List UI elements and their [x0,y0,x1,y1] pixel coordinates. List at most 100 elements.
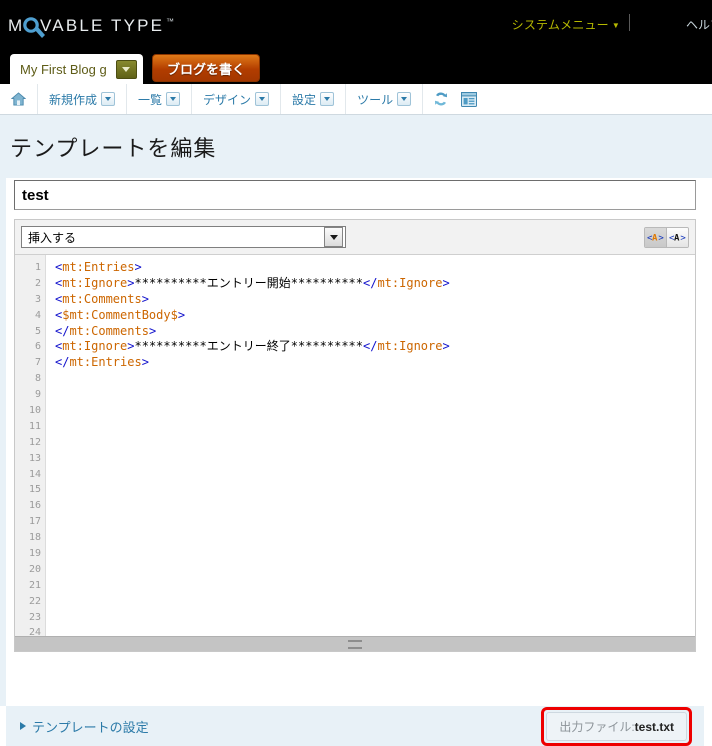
code-line: <mt:Ignore>**********エントリー終了**********</… [47,339,695,355]
chevron-down-icon[interactable] [397,92,412,106]
system-menu-label: システムメニュー [511,18,609,32]
nav-item-settings[interactable]: 設定 [281,84,347,114]
line-number: 20 [28,563,41,575]
code-token: mt:Ignore [377,339,443,354]
template-settings-bar: テンプレートの設定 出力ファイル: test.txt [6,706,704,746]
chevron-down-icon: ▼ [611,21,620,30]
nav-item-tools[interactable]: ツール [346,84,424,114]
code-token: </ [363,275,378,290]
movable-type-logo[interactable]: M VABLE TYPE ™ [8,14,184,40]
code-token: > [177,307,186,322]
code-token: > [442,275,450,290]
nav-icon-group [423,84,487,114]
page-body: テンプレートを編集 test 挿入する < A > < A > 1 2 3 4 … [0,115,712,746]
grip-icon [348,639,362,649]
line-number: 12 [28,436,41,448]
line-number: 24 [28,627,41,636]
syntax-highlight-on-button[interactable]: < A > [645,227,666,247]
code-content[interactable]: <mt:Entries> <mt:Ignore>**********エントリー開始… [47,255,695,636]
blog-dropdown-button[interactable] [115,59,137,79]
nav-item-label: デザイン [203,92,252,107]
line-number: 1 [34,262,41,273]
code-line: <$mt:CommentBody$> [47,308,695,324]
home-icon [11,92,26,106]
output-file-value: test.txt [634,719,674,734]
code-token: **********エントリー終了********** [134,339,364,354]
line-number: 22 [28,595,41,607]
code-token: mt:Entries [69,355,142,370]
code-token: mt:Comments [62,291,142,306]
angle-bracket-a-orange-icon: < A > [647,233,664,243]
syntax-highlight-off-button[interactable]: < A > [666,227,688,247]
movable-type-app: M VABLE TYPE ™ システムメニュー▼ ヘルプ My First Bl… [0,0,712,746]
svg-text:A: A [652,233,658,243]
nav-item-label: 一覧 [138,92,163,107]
nav-item-list[interactable]: 一覧 [127,84,193,114]
highlight-toggle-group: < A > < A > [644,226,689,248]
insert-select[interactable]: 挿入する [21,226,346,248]
output-file-badge: 出力ファイル: test.txt [546,711,687,741]
write-blog-button[interactable]: ブログを書く [152,54,261,82]
code-token: > [134,260,142,274]
code-area[interactable]: 1 2 3 4 5 6 7 8 9 10 11 12 13 14 15 16 17 18 19 20 21 22 23 24 … [15,255,695,636]
code-token: > [127,339,135,354]
code-token: > [141,355,149,370]
blog-selector-tab[interactable]: My First Blog g [10,54,143,84]
chevron-down-icon[interactable] [324,227,343,247]
line-number: 2 [34,277,41,289]
nav-item-label: 新規作成 [49,92,98,107]
editor-resize-handle[interactable] [15,636,695,651]
code-token: mt:Ignore [62,275,128,290]
blog-name-label: My First Blog g [20,61,107,77]
chevron-down-icon[interactable] [101,92,116,106]
code-token: mt:Ignore [62,339,128,354]
template-settings-toggle[interactable]: テンプレートの設定 [20,717,149,736]
chevron-down-icon [122,66,131,72]
system-menu[interactable]: システムメニュー ▼ [512,16,620,33]
svg-text:>: > [680,233,686,243]
chevron-down-icon[interactable] [255,92,270,106]
code-token: > [442,339,450,354]
svg-text:TYPE: TYPE [111,16,164,35]
template-name-field[interactable]: test [14,180,696,210]
main-navigation-bar: 新規作成 一覧 デザイン 設定 ツール [0,84,712,115]
svg-text:>: > [658,233,664,243]
line-number: 9 [34,389,41,401]
page-title-bar: テンプレートを編集 [0,115,712,178]
code-line: <mt:Comments> [47,292,695,308]
line-number: 13 [28,452,41,464]
line-number: 21 [28,579,41,591]
code-line: </mt:Entries> [47,355,695,371]
nav-item-new[interactable]: 新規作成 [38,84,128,114]
template-settings-label: テンプレートの設定 [32,719,149,735]
line-number: 18 [28,532,41,544]
line-number: 3 [34,293,41,305]
line-number: 19 [28,548,41,560]
code-token: mt:Ignore [377,275,443,290]
line-number: 4 [34,309,41,321]
sidebar-item-home[interactable] [0,84,38,114]
code-token: mt:Comments [69,323,149,338]
nav-item-design[interactable]: デザイン [192,84,282,114]
editor-toolbar: 挿入する < A > < A > [15,220,695,255]
chevron-down-icon[interactable] [320,92,335,106]
svg-text:A: A [674,233,680,243]
help-link[interactable]: ヘルプ [686,16,712,33]
insert-select-value: 挿入する [28,230,77,245]
chevron-down-icon[interactable] [166,92,181,106]
window-icon[interactable] [461,91,478,107]
template-name-value: test [22,186,49,204]
line-number: 17 [28,516,41,528]
refresh-icon[interactable] [433,91,449,107]
